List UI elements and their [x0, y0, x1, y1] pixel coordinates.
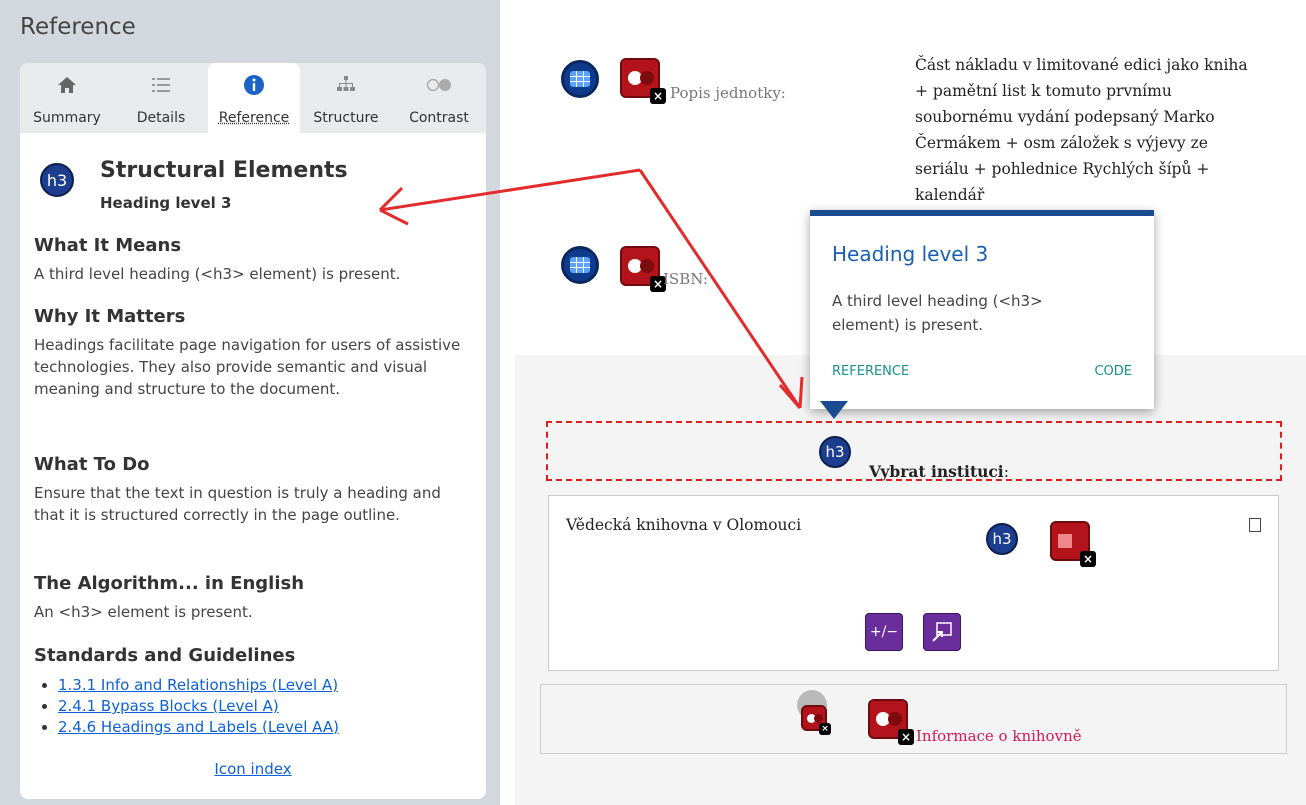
vybrat-text: Vybrat instituci: [869, 462, 1004, 481]
info-link[interactable]: Informace o knihovně: [916, 727, 1082, 745]
isbn-label: ISBN:: [663, 270, 708, 288]
tab-details[interactable]: Details: [114, 63, 208, 133]
table-icon[interactable]: [561, 246, 599, 284]
what-to-do-heading: What To Do: [34, 454, 150, 475]
tooltip-pointer: [820, 401, 848, 419]
h3-icon: h3: [40, 163, 74, 197]
reference-title: Structural Elements: [100, 158, 348, 183]
wave-sidebar: Reference Summary Details Reference Stru…: [0, 0, 500, 805]
why-it-matters-text: Headings facilitate page navigation for …: [34, 336, 461, 398]
tooltip-reference-link[interactable]: REFERENCE: [832, 364, 909, 379]
tab-details-label: Details: [136, 110, 186, 126]
what-to-do-text: Ensure that the text in question is trul…: [34, 484, 441, 524]
tab-reference-label: Reference: [218, 110, 290, 126]
algorithm-heading: The Algorithm... in English: [34, 573, 305, 594]
tab-reference[interactable]: Reference: [208, 63, 300, 133]
tooltip-text: A third level heading (<h3> element) is …: [832, 292, 1043, 334]
popup-icon[interactable]: [923, 613, 961, 651]
h3-icon[interactable]: h3: [819, 436, 851, 468]
plus-minus-icon[interactable]: +/−: [865, 613, 903, 651]
what-it-means-heading: What It Means: [34, 235, 182, 256]
table-icon[interactable]: [561, 60, 599, 98]
list-item: 2.4.6 Headings and Labels (Level AA): [58, 717, 339, 738]
algorithm-text: An <h3> element is present.: [34, 603, 253, 621]
icon-index-link[interactable]: Icon index: [20, 760, 486, 778]
list-item: 1.3.1 Info and Relationships (Level A): [58, 675, 339, 696]
image-error-icon[interactable]: ×: [1050, 521, 1096, 567]
list-item: 2.4.1 Bypass Blocks (Level A): [58, 696, 339, 717]
tab-structure-label: Structure: [313, 110, 379, 126]
tab-structure[interactable]: Structure: [300, 63, 392, 133]
close-icon: ×: [819, 723, 831, 735]
vybrat-instituci-heading: Vybrat instituci:: [869, 462, 1009, 481]
contrast-icon: [392, 73, 486, 97]
info-icon: [208, 73, 300, 97]
why-it-matters-heading: Why It Matters: [34, 306, 186, 327]
popis-label: Popis jednotky:: [670, 84, 786, 102]
list-icon: [114, 73, 208, 97]
tab-bar: Summary Details Reference Structure Cont…: [20, 63, 486, 133]
wave-tooltip: Heading level 3 A third level heading (<…: [810, 210, 1154, 409]
reference-card: Summary Details Reference Structure Cont…: [20, 63, 486, 799]
tooltip-title: Heading level 3: [832, 242, 989, 266]
description-text: Část nákladu v limitované edici jako kni…: [915, 56, 1248, 204]
standards-list: 1.3.1 Info and Relationships (Level A) 2…: [34, 675, 339, 738]
guideline-link-2-4-6[interactable]: 2.4.6 Headings and Labels (Level AA): [58, 718, 339, 736]
error-icon[interactable]: ×: [620, 58, 666, 104]
sitemap-icon: [300, 73, 392, 97]
standards-heading: Standards and Guidelines: [34, 645, 296, 666]
checkbox[interactable]: [1249, 518, 1261, 532]
close-icon: ×: [1080, 551, 1096, 567]
tab-contrast[interactable]: Contrast: [392, 63, 486, 133]
error-icon[interactable]: ×: [801, 705, 831, 735]
reference-subtitle: Heading level 3: [100, 194, 232, 212]
tooltip-code-link[interactable]: CODE: [1094, 364, 1132, 379]
tab-summary-label: Summary: [33, 110, 101, 126]
error-icon[interactable]: ×: [868, 699, 914, 745]
close-icon: ×: [898, 729, 914, 745]
error-icon[interactable]: ×: [620, 246, 666, 292]
institution-name: Vědecká knihovna v Olomouci: [566, 516, 802, 534]
institution-box: Vědecká knihovna v Olomouci h3 × +/−: [548, 495, 1279, 671]
tab-contrast-label: Contrast: [409, 110, 469, 126]
what-it-means-text: A third level heading (<h3> element) is …: [34, 265, 401, 283]
tab-summary[interactable]: Summary: [20, 63, 114, 133]
close-icon: ×: [650, 88, 666, 104]
guideline-link-1-3-1[interactable]: 1.3.1 Info and Relationships (Level A): [58, 676, 338, 694]
guideline-link-2-4-1[interactable]: 2.4.1 Bypass Blocks (Level A): [58, 697, 279, 715]
panel-title: Reference: [20, 14, 136, 40]
vybrat-colon: :: [1003, 463, 1009, 481]
h3-icon[interactable]: h3: [986, 523, 1018, 555]
home-icon: [20, 73, 114, 97]
page-content: × Popis jednotky: Část nákladu v limitov…: [515, 0, 1306, 805]
